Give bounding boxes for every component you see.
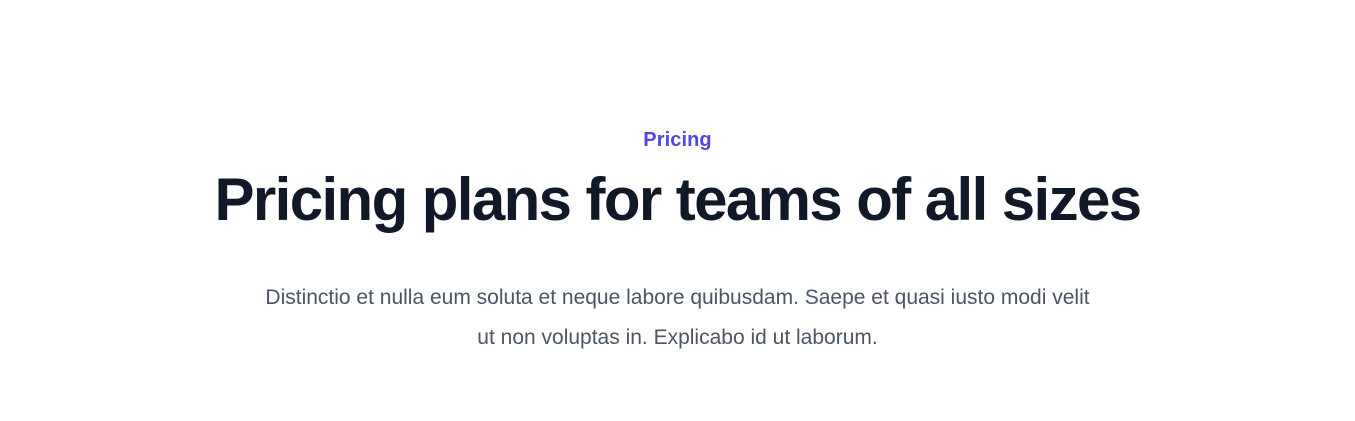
section-eyebrow: Pricing [643, 129, 712, 151]
section-title: Pricing plans for teams of all sizes [214, 166, 1142, 233]
section-description: Distinctio et nulla eum soluta et neque … [265, 286, 1090, 349]
pricing-header-section: Pricing Pricing plans for teams of all s… [0, 0, 1355, 421]
